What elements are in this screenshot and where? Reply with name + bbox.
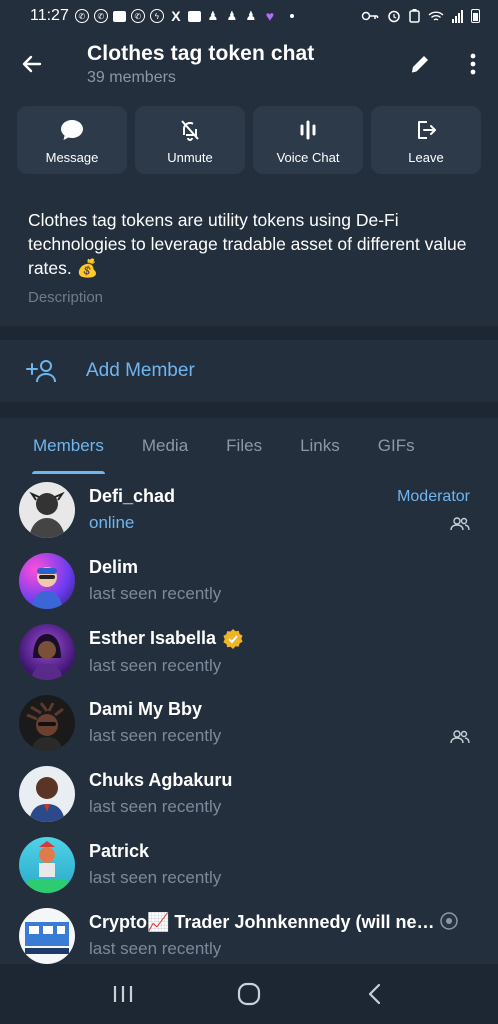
avatar — [19, 836, 75, 893]
battery-icon — [471, 9, 480, 23]
x-icon: X — [171, 8, 181, 24]
battery-saver-icon — [409, 9, 420, 23]
group-icon — [450, 517, 470, 531]
avatar — [19, 765, 75, 822]
bell-off-icon — [181, 119, 199, 141]
member-name: Crypto📈 Trader Johnkennedy (will ne… — [89, 912, 435, 932]
avatar — [19, 907, 75, 964]
system-back-button[interactable] — [345, 964, 405, 1024]
action-bar: Message Unmute Voice Chat Leave — [0, 96, 498, 186]
recent-apps-icon — [113, 986, 133, 1002]
member-status: last seen recently — [89, 584, 222, 603]
tab-bar: Members Media Files Links GIFs — [0, 418, 498, 474]
role-badge: Moderator — [397, 488, 470, 505]
member-status: last seen recently — [89, 868, 222, 887]
whatsapp-icon: ✆ — [74, 9, 89, 23]
member-status: online — [89, 513, 135, 532]
member-name: Esther Isabella — [89, 628, 217, 648]
list-item[interactable]: Patrick last seen recently — [0, 829, 498, 900]
member-status: last seen recently — [89, 726, 222, 745]
more-vertical-icon — [470, 53, 476, 75]
avatar — [19, 694, 75, 751]
tab-gifs[interactable]: GIFs — [359, 418, 434, 474]
add-member-row[interactable]: Add Member — [0, 340, 498, 402]
whatsapp-icon: ✆ — [130, 9, 145, 23]
more-options-button[interactable] — [448, 32, 498, 96]
unmute-button[interactable]: Unmute — [135, 106, 245, 174]
gallery-icon — [187, 10, 201, 22]
tab-links[interactable]: Links — [281, 418, 359, 474]
list-item[interactable]: Defi_chad online Moderator — [0, 474, 498, 545]
voice-chat-icon — [300, 120, 316, 139]
home-icon — [237, 982, 261, 1006]
member-list: Defi_chad online Moderator Delim last se… — [0, 474, 498, 964]
member-status: last seen recently — [89, 797, 222, 816]
snapchat-icon: ♟ — [207, 9, 219, 23]
system-icons — [361, 9, 480, 23]
whatsapp-icon: ✆ — [93, 9, 108, 23]
verified-badge-icon — [223, 628, 243, 649]
notification-icons: ✆ ✆ ✆ ϟ X ♟ ♟ ♟ ♥ — [74, 8, 294, 24]
status-time: 11:27 — [30, 7, 69, 24]
arrow-left-icon — [22, 55, 42, 73]
leave-icon — [418, 120, 436, 139]
list-item[interactable]: Esther Isabella last seen recently — [0, 616, 498, 687]
avatar — [19, 552, 75, 609]
tab-media[interactable]: Media — [123, 418, 207, 474]
back-button[interactable] — [0, 32, 64, 96]
avatar — [19, 623, 75, 680]
more-notifications-dot — [289, 14, 294, 18]
member-status: last seen recently — [89, 939, 222, 958]
list-item[interactable]: Crypto📈 Trader Johnkennedy (will ne… las… — [0, 900, 498, 964]
member-name: Chuks Agbakuru — [89, 770, 233, 790]
signal-icon — [452, 9, 463, 23]
recent-apps-button[interactable] — [93, 964, 153, 1024]
description-label: Description — [28, 289, 104, 306]
voice-chat-button[interactable]: Voice Chat — [253, 106, 363, 174]
key-icon — [361, 11, 379, 21]
list-item[interactable]: Chuks Agbakuru last seen recently — [0, 758, 498, 829]
alarm-icon — [388, 10, 400, 23]
chevron-left-icon — [368, 983, 381, 1005]
group-icon — [450, 730, 470, 744]
snapchat-icon: ♟ — [245, 9, 257, 23]
add-member-label: Add Member — [86, 360, 195, 381]
chat-header: Clothes tag token chat 39 members — [0, 32, 498, 96]
unmute-label: Unmute — [167, 149, 213, 165]
message-label: Message — [45, 149, 99, 165]
messenger-icon: ϟ — [149, 9, 164, 23]
member-name: Patrick — [89, 841, 150, 861]
pencil-icon — [411, 56, 428, 73]
member-count: 39 members — [87, 68, 176, 86]
status-bar: 11:27 ✆ ✆ ✆ ϟ X ♟ ♟ ♟ ♥ — [0, 0, 498, 32]
list-item[interactable]: Dami My Bby last seen recently — [0, 687, 498, 758]
message-bubble-icon — [61, 119, 83, 140]
voice-chat-label: Voice Chat — [276, 149, 340, 165]
chat-title-block: Clothes tag token chat 39 members — [64, 42, 392, 87]
description-section: Clothes tag tokens are utility tokens us… — [0, 186, 498, 326]
system-nav-bar — [0, 964, 498, 1024]
wifi-icon — [428, 10, 444, 21]
edit-button[interactable] — [392, 32, 448, 96]
snapchat-icon: ♟ — [226, 9, 238, 23]
chat-title: Clothes tag token chat — [87, 41, 315, 65]
add-person-icon — [26, 360, 56, 383]
tab-files[interactable]: Files — [207, 418, 281, 474]
heart-icon: ♥ — [265, 8, 275, 24]
member-status: last seen recently — [89, 655, 222, 675]
member-name: Delim — [89, 557, 139, 577]
message-button[interactable]: Message — [17, 106, 127, 174]
member-name: Dami My Bby — [89, 699, 203, 719]
home-button[interactable] — [219, 964, 279, 1024]
custom-emoji-status-icon — [440, 912, 458, 930]
chat-icon — [112, 10, 126, 22]
leave-label: Leave — [408, 149, 444, 165]
avatar — [19, 481, 75, 538]
tab-members[interactable]: Members — [14, 418, 123, 474]
description-text: Clothes tag tokens are utility tokens us… — [28, 210, 467, 278]
leave-button[interactable]: Leave — [371, 106, 481, 174]
list-item[interactable]: Delim last seen recently — [0, 545, 498, 616]
